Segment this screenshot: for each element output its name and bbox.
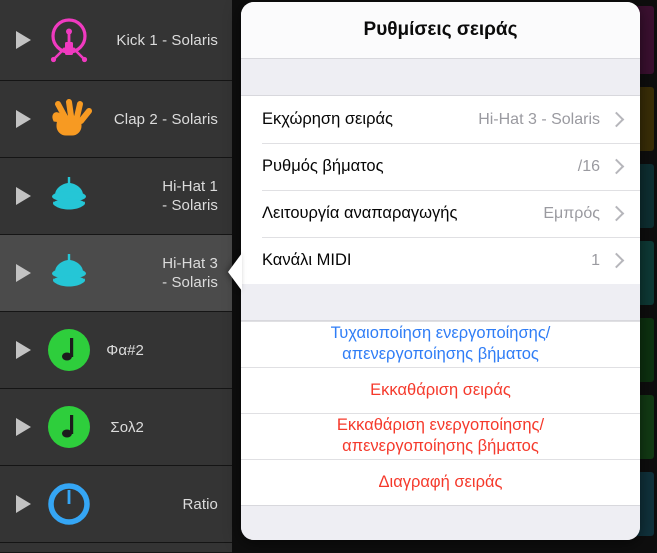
play-triangle-icon xyxy=(15,31,31,49)
popover-spacer-middle xyxy=(241,284,640,321)
play-triangle-icon xyxy=(15,495,31,513)
app-root: Kick 1 - Solaris Clap 2 - Solaris Hi-Hat… xyxy=(0,0,657,553)
note-icon xyxy=(38,404,100,450)
knob-icon xyxy=(48,483,90,525)
hi-hat-icon xyxy=(52,254,86,287)
settings-row-label: Λειτουργία αναπαραγωγής xyxy=(262,204,458,222)
play-button[interactable] xyxy=(8,341,38,359)
clap-hand-icon xyxy=(38,95,100,143)
track-row[interactable]: Ratio xyxy=(0,466,232,543)
settings-row[interactable]: Κανάλι MIDI 1 xyxy=(241,237,640,284)
chevron-right-icon xyxy=(608,205,625,222)
settings-row-label: Κανάλι MIDI xyxy=(262,251,352,269)
note-icon xyxy=(48,329,90,371)
play-button[interactable] xyxy=(8,264,38,282)
note-icon xyxy=(48,406,90,448)
track-label: Kick 1 - Solaris xyxy=(116,31,218,49)
track-list: Kick 1 - Solaris Clap 2 - Solaris Hi-Hat… xyxy=(0,0,232,553)
row-settings-popover: Ρυθμίσεις σειράς Εκχώρηση σειράς Hi-Hat 3… xyxy=(241,2,640,540)
popover-footer xyxy=(241,505,640,540)
play-triangle-icon xyxy=(15,110,31,128)
action-button[interactable]: Τυχαιοποίηση ενεργοποίησης/ απενεργοποίη… xyxy=(241,321,640,367)
settings-row-label: Εκχώρηση σειράς xyxy=(262,110,393,128)
clap-hand-icon xyxy=(52,99,92,136)
play-button[interactable] xyxy=(8,31,38,49)
play-triangle-icon xyxy=(15,264,31,282)
play-button[interactable] xyxy=(8,418,38,436)
track-row[interactable]: Φα#2 xyxy=(0,312,232,389)
track-row[interactable] xyxy=(0,543,232,553)
knob-icon xyxy=(38,482,100,526)
settings-row-value: 1 xyxy=(591,251,600,269)
settings-row-value: Hi-Hat 3 - Solaris xyxy=(478,110,600,128)
note-icon xyxy=(38,327,100,373)
chevron-right-icon xyxy=(608,252,625,269)
play-triangle-icon xyxy=(15,187,31,205)
actions-group: Τυχαιοποίηση ενεργοποίησης/ απενεργοποίη… xyxy=(241,321,640,505)
popover-spacer-top xyxy=(241,59,640,96)
play-button[interactable] xyxy=(8,187,38,205)
track-row[interactable]: Hi-Hat 3 - Solaris xyxy=(0,235,232,312)
track-label: Clap 2 - Solaris xyxy=(113,110,218,128)
chevron-right-icon xyxy=(608,111,625,128)
track-label: Σολ2 xyxy=(110,418,144,436)
settings-group: Εκχώρηση σειράς Hi-Hat 3 - Solaris Ρυθμός … xyxy=(241,96,640,284)
popover-arrow xyxy=(228,253,242,291)
track-row[interactable]: Hi-Hat 1 - Solaris xyxy=(0,158,232,235)
popover-title: Ρυθμίσεις σειράς xyxy=(241,2,640,59)
settings-row-label: Ρυθμός βήματος xyxy=(262,157,384,175)
hi-hat-icon xyxy=(52,177,86,210)
hi-hat-icon xyxy=(38,176,100,216)
settings-row[interactable]: Εκχώρηση σειράς Hi-Hat 3 - Solaris xyxy=(241,96,640,143)
settings-row-value: /16 xyxy=(577,157,600,175)
kick-drum-icon xyxy=(50,18,88,63)
settings-row[interactable]: Ρυθμός βήματος/16 xyxy=(241,143,640,190)
settings-row-value: Εμπρός xyxy=(543,204,600,222)
track-label: Ratio xyxy=(182,495,218,513)
play-button[interactable] xyxy=(8,110,38,128)
track-row[interactable]: Σολ2 xyxy=(0,389,232,466)
play-triangle-icon xyxy=(15,418,31,436)
track-label: Hi-Hat 1 - Solaris xyxy=(162,178,218,214)
kick-drum-icon xyxy=(38,14,100,66)
action-button[interactable]: Εκκαθάριση σειράς xyxy=(241,367,640,413)
track-label: Hi-Hat 3 - Solaris xyxy=(162,255,218,291)
play-button[interactable] xyxy=(8,495,38,513)
hi-hat-icon xyxy=(38,253,100,293)
track-row[interactable]: Kick 1 - Solaris xyxy=(0,0,232,81)
settings-row[interactable]: Λειτουργία αναπαραγωγής Εμπρός xyxy=(241,190,640,237)
chevron-right-icon xyxy=(608,158,625,175)
play-triangle-icon xyxy=(15,341,31,359)
action-button[interactable]: Εκκαθάριση ενεργοποίησης/ απενεργοποίηση… xyxy=(241,413,640,459)
track-label: Φα#2 xyxy=(106,341,144,359)
track-row[interactable]: Clap 2 - Solaris xyxy=(0,81,232,158)
action-button[interactable]: Διαγραφή σειράς xyxy=(241,459,640,505)
